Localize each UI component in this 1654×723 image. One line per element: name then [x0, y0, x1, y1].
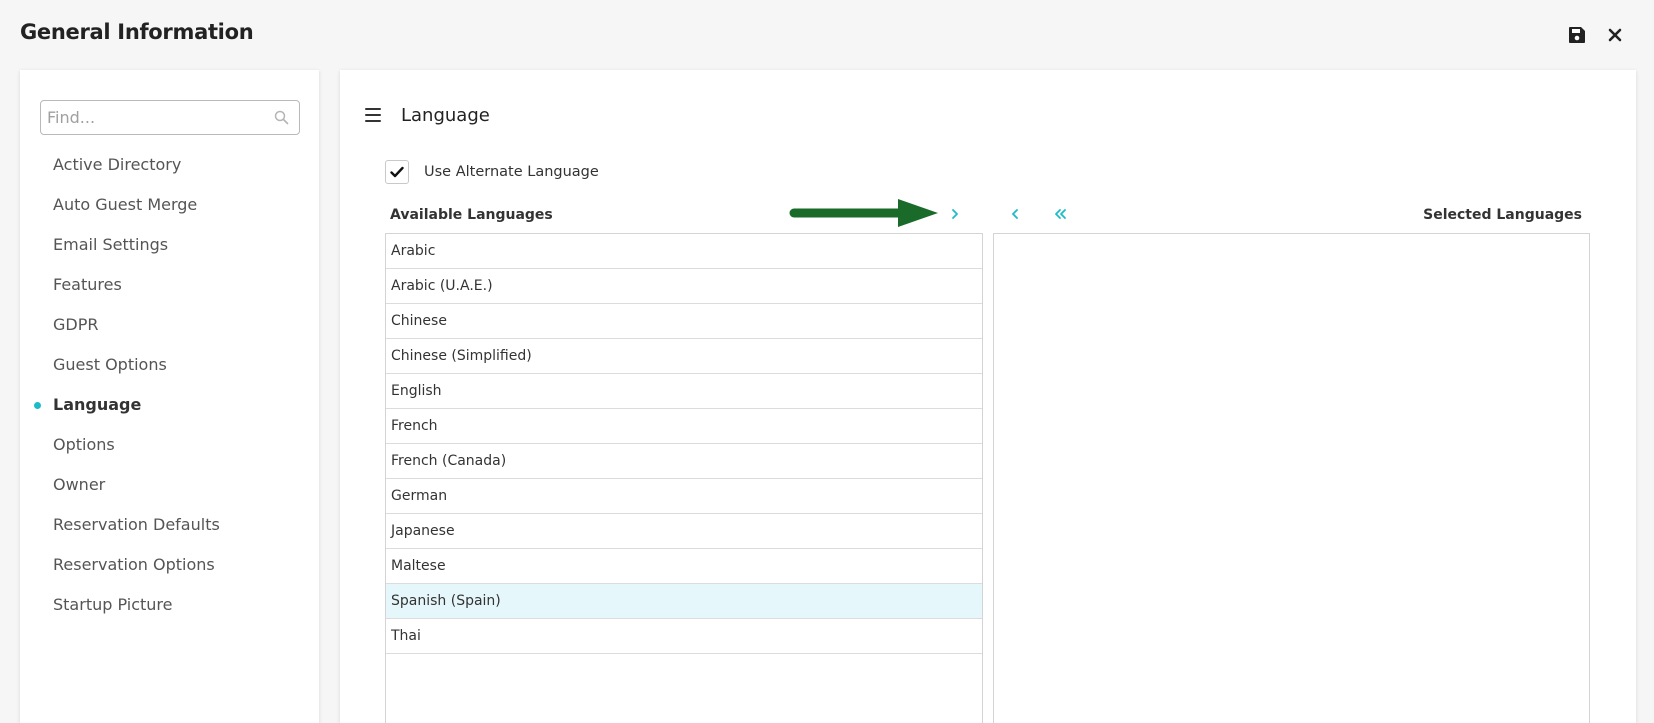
search-input[interactable] — [41, 101, 261, 134]
pointer-arrow-icon — [789, 199, 938, 227]
sidebar-item-reservation-defaults[interactable]: Reservation Defaults — [20, 505, 319, 545]
save-button[interactable] — [1566, 24, 1588, 46]
list-item[interactable]: Maltese — [386, 549, 982, 584]
sidebar-item-label: GDPR — [53, 315, 99, 334]
sidebar-item-options[interactable]: Options — [20, 425, 319, 465]
list-item[interactable]: Arabic (U.A.E.) — [386, 269, 982, 304]
sidebar-item-label: Startup Picture — [53, 595, 173, 614]
section-title: Language — [401, 104, 490, 126]
sidebar-item-email-settings[interactable]: Email Settings — [20, 225, 319, 265]
move-right-icon — [952, 209, 958, 219]
move-right-button[interactable] — [944, 203, 966, 225]
list-item[interactable]: French — [386, 409, 982, 444]
sidebar-item-label: Guest Options — [53, 355, 167, 374]
sidebar-item-guest-options[interactable]: Guest Options — [20, 345, 319, 385]
save-icon — [1569, 27, 1585, 43]
list-item[interactable]: German — [386, 479, 982, 514]
sidebar-item-label: Active Directory — [53, 155, 182, 174]
main-panel: Language Use Alternate Language Availabl… — [340, 70, 1636, 723]
sidebar-item-label: Email Settings — [53, 235, 169, 254]
sidebar: Active Directory Auto Guest Merge Email Se… — [20, 70, 319, 723]
move-all-left-icon — [1055, 209, 1066, 219]
list-item[interactable]: Chinese (Simplified) — [386, 339, 982, 374]
move-left-button[interactable] — [1004, 203, 1026, 225]
section-header: Language — [365, 100, 490, 130]
sidebar-item-language[interactable]: Language — [20, 385, 319, 425]
hamburger-menu-icon[interactable] — [365, 108, 381, 122]
sidebar-item-auto-guest-merge[interactable]: Auto Guest Merge — [20, 185, 319, 225]
selected-languages-header: Selected Languages — [1423, 207, 1582, 223]
sidebar-item-owner[interactable]: Owner — [20, 465, 319, 505]
sidebar-nav: Active Directory Auto Guest Merge Email Se… — [20, 145, 319, 625]
use-alternate-language-checkbox[interactable] — [385, 160, 409, 184]
available-languages-header: Available Languages — [390, 207, 553, 223]
list-item[interactable]: English — [386, 374, 982, 409]
header-actions — [1566, 24, 1626, 46]
sidebar-item-reservation-options[interactable]: Reservation Options — [20, 545, 319, 585]
sidebar-item-label: Options — [53, 435, 115, 454]
sidebar-item-label: Reservation Options — [53, 555, 215, 574]
close-button[interactable] — [1604, 24, 1626, 46]
checkmark-icon — [390, 166, 404, 178]
move-left-icon — [1012, 209, 1018, 219]
list-item[interactable]: Chinese — [386, 304, 982, 339]
move-all-left-button[interactable] — [1049, 203, 1071, 225]
sidebar-search — [40, 100, 300, 135]
sidebar-item-label: Reservation Defaults — [53, 515, 220, 534]
sidebar-item-startup-picture[interactable]: Startup Picture — [20, 585, 319, 625]
list-item[interactable]: French (Canada) — [386, 444, 982, 479]
sidebar-item-features[interactable]: Features — [20, 265, 319, 305]
selected-languages-list — [993, 233, 1590, 723]
available-languages-list: Arabic Arabic (U.A.E.) Chinese Chinese (Sim… — [385, 233, 983, 723]
list-item[interactable]: Arabic — [386, 234, 982, 269]
sidebar-item-label: Features — [53, 275, 122, 294]
sidebar-item-label: Language — [53, 395, 142, 414]
search-icon[interactable] — [274, 110, 289, 125]
close-icon — [1608, 28, 1622, 42]
sidebar-item-gdpr[interactable]: GDPR — [20, 305, 319, 345]
use-alternate-language-row: Use Alternate Language — [385, 160, 599, 184]
active-indicator-dot — [34, 402, 41, 409]
list-item[interactable]: Spanish (Spain) — [386, 584, 982, 619]
page-title: General Information — [20, 20, 254, 44]
sidebar-item-label: Auto Guest Merge — [53, 195, 198, 214]
use-alternate-language-label: Use Alternate Language — [424, 164, 599, 180]
list-item[interactable]: Japanese — [386, 514, 982, 549]
sidebar-item-active-directory[interactable]: Active Directory — [20, 145, 319, 185]
list-item[interactable]: Thai — [386, 619, 982, 654]
sidebar-item-label: Owner — [53, 475, 106, 494]
